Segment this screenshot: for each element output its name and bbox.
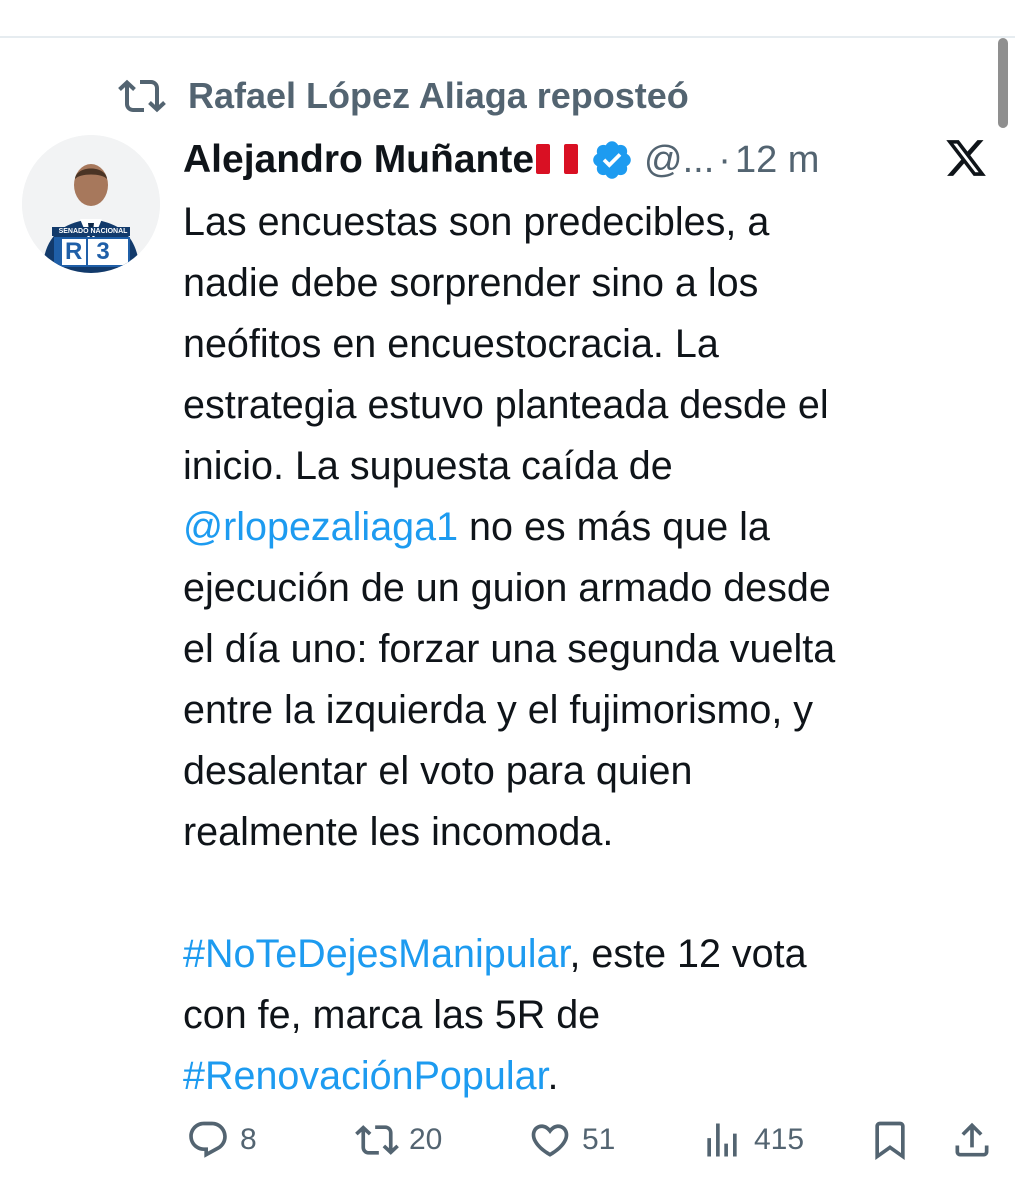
tweet-text-line: #NoTeDejesManipular, este 12 vota xyxy=(183,924,983,985)
author-display-name[interactable]: Alejandro Muñante xyxy=(183,138,534,182)
tweet-text-segment: , este 12 vota xyxy=(569,932,807,976)
tweet-timestamp[interactable]: 12 m xyxy=(735,139,819,182)
tweet-text-line: desalentar el voto para quien xyxy=(183,749,693,793)
repost-label: Rafael López Aliaga reposteó xyxy=(188,75,689,116)
tweet-text-line: realmente les incomoda. xyxy=(183,810,614,854)
views-count: 415 xyxy=(754,1123,805,1156)
tweet-text-line: inicio. La supuesta caída de xyxy=(183,444,673,488)
repost-icon xyxy=(118,79,166,113)
bookmark-button[interactable] xyxy=(868,1112,912,1168)
tweet-text-line: entre la izquierda y el fujimorismo, y xyxy=(183,688,814,732)
tweet-text-line: Las encuestas son predecibles, a xyxy=(183,200,770,244)
repost-icon xyxy=(355,1125,399,1155)
repost-context[interactable]: Rafael López Aliaga reposteó xyxy=(118,72,689,120)
avatar[interactable]: SENADO NACIONAL R3 xyxy=(22,135,160,273)
tweet-body: Las encuestas son predecibles, a nadie d… xyxy=(183,192,983,1107)
avatar-badge: R3 xyxy=(65,238,124,265)
mention-link[interactable]: @rlopezaliaga1 xyxy=(183,505,458,549)
tweet-text-segment: no es más que la xyxy=(458,505,770,549)
like-count: 51 xyxy=(582,1123,616,1156)
peru-flag-icon xyxy=(536,144,579,174)
bookmark-icon xyxy=(875,1121,905,1161)
repost-count: 20 xyxy=(409,1123,443,1156)
repost-button[interactable]: 20 xyxy=(355,1112,442,1168)
views-button[interactable]: 415 xyxy=(700,1112,804,1168)
scrollbar-thumb[interactable] xyxy=(998,38,1008,128)
verified-badge-icon[interactable] xyxy=(590,138,634,182)
action-bar: 8 20 51 415 xyxy=(0,1112,1015,1168)
tweet-text-line: #RenovaciónPopular. xyxy=(183,1046,983,1107)
hashtag-link[interactable]: #NoTeDejesManipular xyxy=(183,932,569,976)
tweet-text-line: ejecución de un guion armado desde xyxy=(183,566,831,610)
reply-icon xyxy=(189,1121,227,1158)
x-logo-icon xyxy=(946,140,986,176)
tweet-text-line: el día uno: forzar una segunda vuelta xyxy=(183,627,836,671)
author-handle[interactable]: @... xyxy=(644,139,714,182)
like-button[interactable]: 51 xyxy=(528,1112,615,1168)
reply-count: 8 xyxy=(240,1123,257,1156)
share-icon xyxy=(955,1122,989,1157)
tweet-header: Alejandro Muñante @... · 12 m xyxy=(183,134,819,186)
tweet-text-line: estrategia estuvo planteada desde el xyxy=(183,383,829,427)
tweet-text-line: @rlopezaliaga1 no es más que la xyxy=(183,497,983,558)
share-button[interactable] xyxy=(950,1112,994,1168)
views-icon xyxy=(707,1123,737,1157)
reply-button[interactable]: 8 xyxy=(186,1112,257,1168)
tweet-text-line: con fe, marca las 5R de xyxy=(183,993,601,1037)
heart-icon xyxy=(531,1124,569,1157)
top-divider xyxy=(0,36,1015,38)
tweet-text-line: neófitos en encuestocracia. La xyxy=(183,322,719,366)
tweet-text-line: nadie debe sorprender sino a los xyxy=(183,261,759,305)
tweet-text-segment: . xyxy=(547,1054,559,1098)
avatar-caption: SENADO NACIONAL xyxy=(58,228,128,235)
tweet-page: Rafael López Aliaga reposteó SENADO NACI… xyxy=(0,0,1015,1200)
meta-separator: · xyxy=(718,138,731,181)
hashtag-link[interactable]: #RenovaciónPopular xyxy=(183,1054,548,1098)
